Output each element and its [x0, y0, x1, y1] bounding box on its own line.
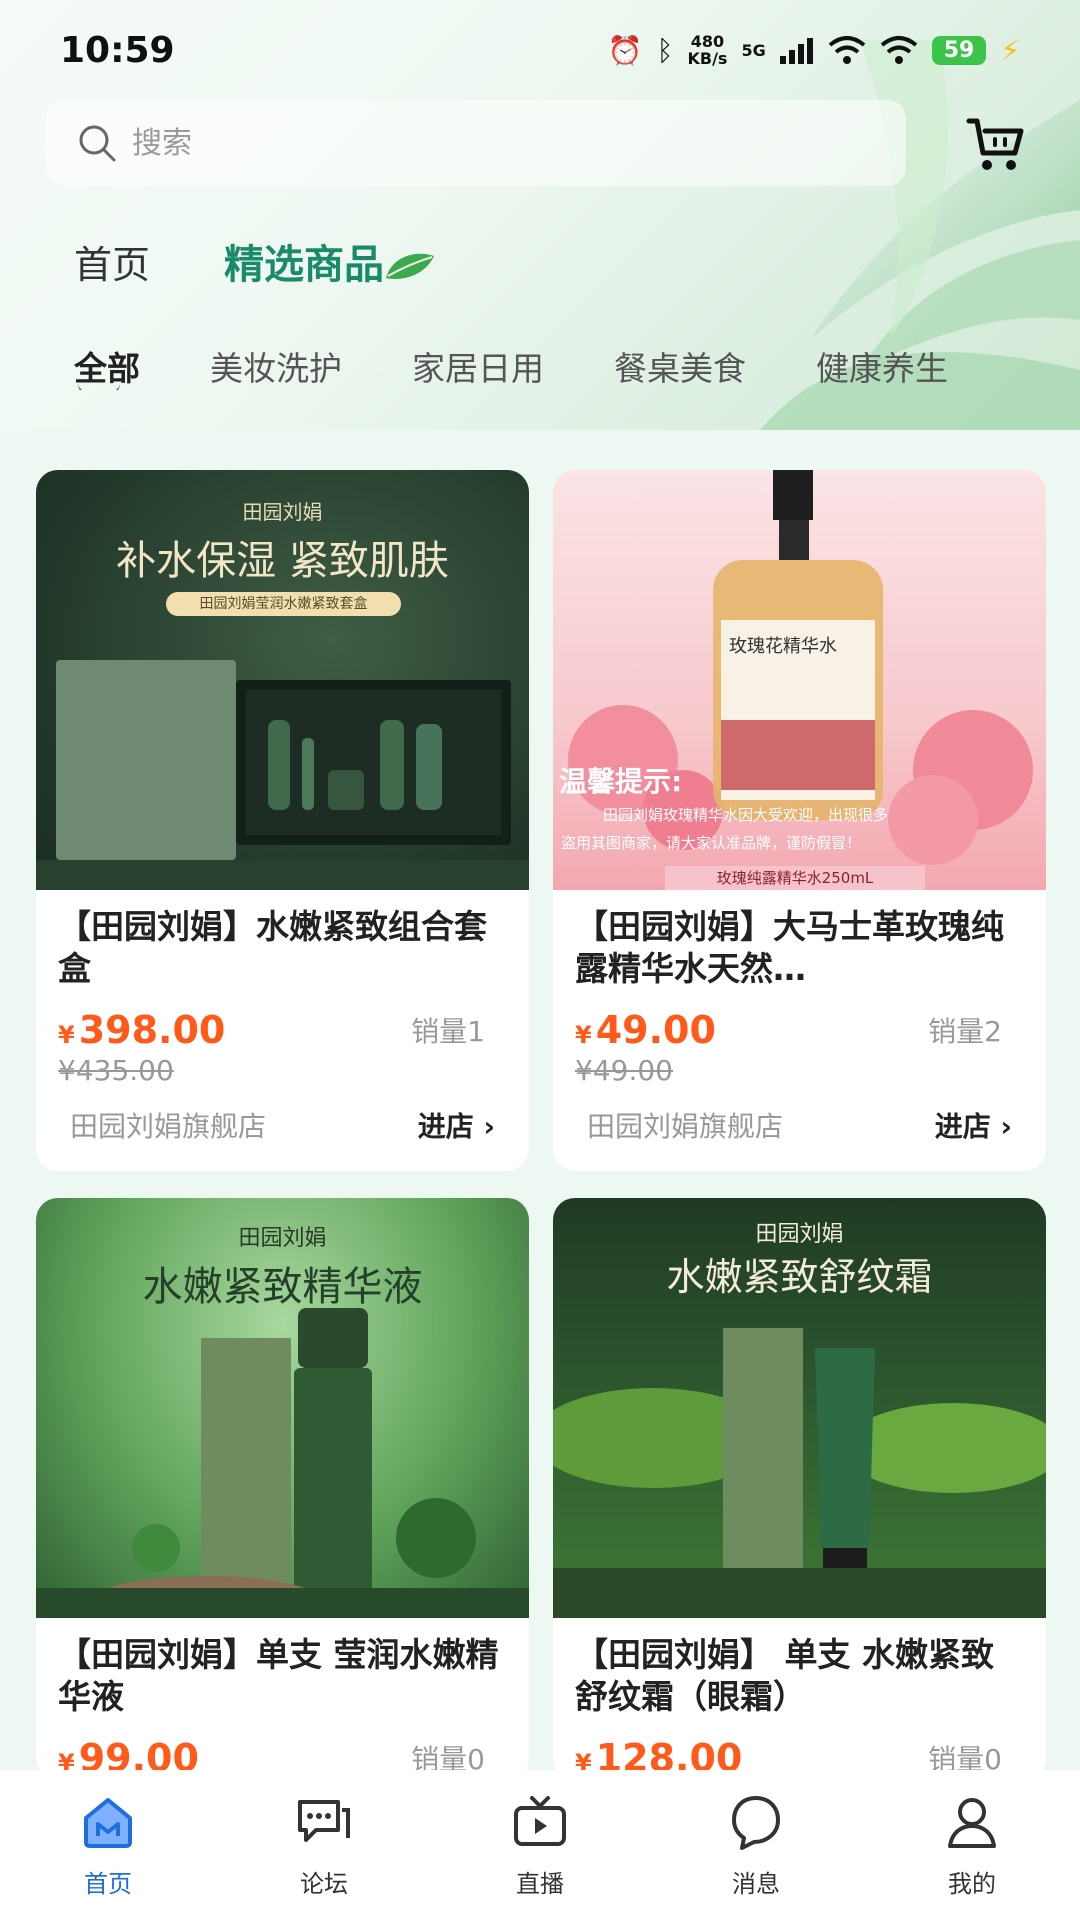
shop-row: 田园刘娟旗舰店 进店 › [553, 1087, 1046, 1171]
home-icon [84, 1798, 132, 1848]
nav-label: 直播 [516, 1870, 564, 1898]
original-price: ¥49.00 [575, 1054, 673, 1087]
sales-count: 销量2 [928, 1015, 1002, 1048]
product-card[interactable]: 田园刘娟 补水保湿 紧致肌肤 田园刘娟莹润水嫩紧致套盒 【田园刘娟】水嫩紧致组合… [36, 470, 529, 1171]
category-tabs: 全部 美妆洗护 家居日用 餐桌美食 健康养生 [74, 342, 1080, 390]
category-tab-beauty[interactable]: 美妆洗护 [210, 342, 342, 390]
nav-item-forum[interactable]: 论坛 [234, 1770, 414, 1899]
image-brand: 田园刘娟 [238, 1226, 327, 1251]
nav-label: 我的 [948, 1870, 996, 1898]
product-card[interactable]: 田园刘娟 水嫩紧致舒纹霜 【田园刘娟】 单支 水嫩紧致舒纹霜（眼霜） ¥ 128… [553, 1198, 1046, 1780]
leaf-icon [386, 253, 435, 280]
wifi-icon [828, 36, 865, 64]
wifi-icon [880, 36, 917, 64]
image-brand: 田园刘娟 [242, 500, 323, 524]
category-tab-food[interactable]: 餐桌美食 [614, 342, 746, 390]
chevron-right-icon: › [1000, 1110, 1012, 1143]
chevron-right-icon: › [483, 1110, 495, 1143]
tab-featured[interactable]: 精选商品 [224, 232, 435, 290]
alarm-icon: ⏰ [607, 33, 643, 67]
gift-box-illustration [36, 660, 529, 890]
search-bar[interactable] [46, 100, 906, 186]
nav-item-message[interactable]: 消息 [666, 1770, 846, 1899]
live-icon [514, 1796, 566, 1846]
status-time: 10:59 [60, 30, 175, 71]
product-card[interactable]: 玫瑰花精华水 温馨提示: 田园刘娟玫瑰精华水因大受欢迎，出现很多 盗用其图商家，… [553, 470, 1046, 1171]
product-image: 田园刘娟 补水保湿 紧致肌肤 田园刘娟莹润水嫩紧致套盒 [36, 470, 529, 890]
enter-store-label: 进店 [417, 1110, 474, 1143]
shop-row: 田园刘娟旗舰店 进店 › [36, 1087, 529, 1171]
signal-icon [779, 38, 813, 64]
search-input[interactable] [130, 124, 734, 162]
network-speed: 480 KB/s [687, 33, 727, 67]
bottle-label: 玫瑰花精华水 [729, 636, 837, 657]
original-price: ¥435.00 [58, 1054, 174, 1087]
serum-illustration [36, 1308, 529, 1618]
charging-icon: ⚡ [1000, 33, 1020, 67]
nav-label: 论坛 [300, 1870, 348, 1898]
image-brand: 田园刘娟 [755, 1222, 844, 1247]
image-tag: 玫瑰纯露精华水250mL [665, 866, 925, 890]
shop-name: 田园刘娟旗舰店 [70, 1110, 267, 1143]
price: 398.00 [78, 1008, 226, 1052]
bottom-nav: 首页 论坛 直播 消息 我的 [0, 1770, 1080, 1920]
battery-icon: 59 [931, 35, 987, 65]
nav-item-profile[interactable]: 我的 [882, 1770, 1062, 1899]
product-title: 【田园刘娟】大马士革玫瑰纯露精华水天然… [575, 907, 1004, 988]
image-tag: 田园刘娟莹润水嫩紧致套盒 [166, 592, 401, 616]
nav-item-live[interactable]: 直播 [450, 1770, 630, 1899]
tab-home[interactable]: 首页 [74, 234, 150, 289]
product-image: 田园刘娟 水嫩紧致舒纹霜 [553, 1198, 1046, 1618]
product-image: 田园刘娟 水嫩紧致精华液 [36, 1198, 529, 1618]
image-headline: 水嫩紧致舒纹霜 [666, 1255, 933, 1299]
tab-featured-label: 精选商品 [224, 242, 385, 288]
nav-label: 消息 [732, 1870, 780, 1898]
status-bar: 10:59 ⏰ ᛒ 480 KB/s 5G 59 ⚡ [0, 0, 1080, 100]
forum-icon [298, 1800, 350, 1842]
sales-count: 销量1 [411, 1015, 485, 1048]
shop-name: 田园刘娟旗舰店 [587, 1110, 784, 1143]
search-icon [79, 125, 116, 162]
image-headline: 补水保湿 紧致肌肤 [116, 538, 449, 584]
top-tabs: 首页 精选商品 [74, 232, 435, 290]
price-symbol: ¥ [58, 1021, 75, 1049]
enter-store-button[interactable]: 进店 › [935, 1105, 1012, 1145]
speed-value: 480 [690, 32, 725, 51]
notice-title: 温馨提示: [559, 765, 683, 798]
price-row: ¥ 398.00 销量1 [36, 990, 529, 1052]
nav-item-home[interactable]: 首页 [18, 1770, 198, 1899]
notice-line-2: 盗用其图商家，请大家认准品牌，谨防假冒！ [561, 834, 862, 852]
eye-cream-illustration [553, 1328, 1046, 1618]
enter-store-label: 进店 [934, 1110, 991, 1143]
status-icons: ⏰ ᛒ 480 KB/s 5G 59 ⚡ [608, 30, 1020, 70]
category-tab-home[interactable]: 家居日用 [412, 342, 544, 390]
rose-bottle-illustration [568, 470, 1033, 865]
message-icon [732, 1796, 780, 1850]
enter-store-button[interactable]: 进店 › [418, 1105, 495, 1145]
product-title: 【田园刘娟】 单支 水嫩紧致舒纹霜（眼霜） [575, 1635, 994, 1716]
nav-label: 首页 [84, 1870, 132, 1898]
price-row: ¥ 49.00 销量2 [553, 990, 1046, 1052]
category-tab-all[interactable]: 全部 [74, 342, 140, 390]
category-tab-health[interactable]: 健康养生 [816, 342, 948, 390]
speed-unit: KB/s [687, 49, 728, 68]
product-image: 玫瑰花精华水 温馨提示: 田园刘娟玫瑰精华水因大受欢迎，出现很多 盗用其图商家，… [553, 470, 1046, 890]
network-type: 5G [741, 40, 766, 60]
notice-line-1: 田园刘娟玫瑰精华水因大受欢迎，出现很多 [603, 806, 889, 824]
profile-icon [948, 1798, 996, 1848]
image-headline: 水嫩紧致精华液 [142, 1264, 423, 1310]
product-title: 【田园刘娟】水嫩紧致组合套盒 [58, 907, 487, 988]
cart-icon[interactable] [965, 113, 1027, 175]
product-title: 【田园刘娟】单支 莹润水嫩精华液 [58, 1635, 499, 1716]
product-card[interactable]: 田园刘娟 水嫩紧致精华液 【田园刘娟】单支 莹润水嫩精华液 ¥ 99.00 销量… [36, 1198, 529, 1780]
price-symbol: ¥ [575, 1021, 592, 1049]
bluetooth-icon: ᛒ [656, 33, 674, 67]
price: 49.00 [595, 1008, 716, 1052]
